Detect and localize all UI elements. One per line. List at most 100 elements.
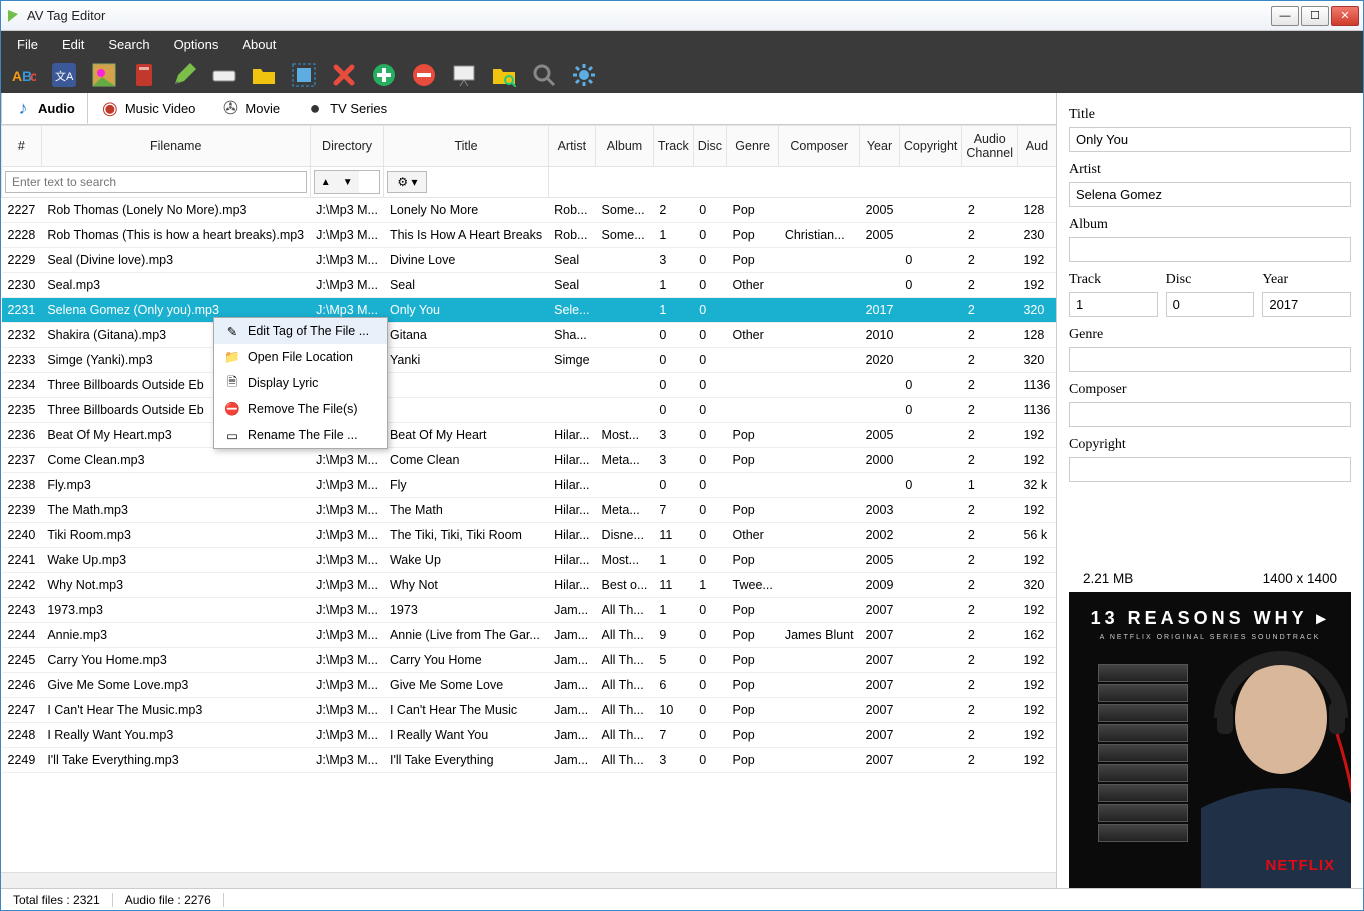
label-blank-icon[interactable] — [211, 62, 237, 88]
menu-about[interactable]: About — [232, 34, 286, 55]
table-row[interactable]: 2231Selena Gomez (Only you).mp3J:\Mp3 M.… — [2, 298, 1057, 323]
menu-edit[interactable]: Edit — [52, 34, 94, 55]
music-note-icon: ♪ — [14, 99, 32, 117]
context-remove-the-file-s-[interactable]: ⛔Remove The File(s) — [214, 396, 387, 422]
folder-search-icon[interactable] — [491, 62, 517, 88]
window-title: AV Tag Editor — [27, 8, 1271, 23]
copyright-field[interactable] — [1069, 457, 1351, 482]
toolbar: ABc 文A — [1, 57, 1363, 93]
disc-field[interactable] — [1166, 292, 1255, 317]
tab-audio[interactable]: ♪Audio — [1, 93, 88, 124]
table-row[interactable]: 2244Annie.mp3J:\Mp3 M...Annie (Live from… — [2, 623, 1057, 648]
lyric-icon: 🗎 — [224, 375, 240, 391]
gear-icon[interactable] — [571, 62, 597, 88]
magnifier-icon[interactable] — [531, 62, 557, 88]
table-row[interactable]: 2232Shakira (Gitana).mp3GitanaSha...00Ot… — [2, 323, 1057, 348]
artist-field[interactable] — [1069, 182, 1351, 207]
context-label: Open File Location — [248, 350, 353, 364]
main-area: ♪Audio◉Music Video✇Movie●TV Series #File… — [1, 93, 1363, 888]
select-all-icon[interactable] — [291, 62, 317, 88]
presentation-icon[interactable] — [451, 62, 477, 88]
tab-movie[interactable]: ✇Movie — [208, 93, 293, 124]
album-artwork[interactable]: 13 REASONS WHY ▸ A NETFLIX ORIGINAL SERI… — [1069, 592, 1351, 888]
search-input[interactable] — [5, 171, 307, 193]
filter-settings-button[interactable]: ⚙ ▾ — [387, 171, 427, 193]
col-directory[interactable]: Directory — [310, 126, 384, 167]
menu-options[interactable]: Options — [164, 34, 229, 55]
context-rename-the-file-[interactable]: ▭Rename The File ... — [214, 422, 387, 448]
statusbar: Total files : 2321 Audio file : 2276 — [1, 888, 1363, 910]
col-disc[interactable]: Disc — [693, 126, 726, 167]
col-filename[interactable]: Filename — [41, 126, 310, 167]
col-composer[interactable]: Composer — [779, 126, 860, 167]
table-row[interactable]: 2245Carry You Home.mp3J:\Mp3 M...Carry Y… — [2, 648, 1057, 673]
horizontal-scrollbar[interactable] — [1, 872, 1056, 888]
picture-icon[interactable] — [91, 62, 117, 88]
table-row[interactable]: 2240Tiki Room.mp3J:\Mp3 M...The Tiki, Ti… — [2, 523, 1057, 548]
table-row[interactable]: 2248I Really Want You.mp3J:\Mp3 M...I Re… — [2, 723, 1057, 748]
tab-music-video[interactable]: ◉Music Video — [88, 93, 209, 124]
table-row[interactable]: 2246Give Me Some Love.mp3J:\Mp3 M...Give… — [2, 673, 1057, 698]
table-row[interactable]: 2228Rob Thomas (This is how a heart brea… — [2, 223, 1057, 248]
col-aud[interactable]: Aud — [1017, 126, 1056, 167]
year-field[interactable] — [1262, 292, 1351, 317]
track-field[interactable] — [1069, 292, 1158, 317]
col-track[interactable]: Track — [653, 126, 693, 167]
col-artist[interactable]: Artist — [548, 126, 595, 167]
disc-label: Disc — [1166, 272, 1255, 288]
table-row[interactable]: 2230Seal.mp3J:\Mp3 M...SealSeal10Other02… — [2, 273, 1057, 298]
col-audio-channel[interactable]: Audio Channel — [962, 126, 1018, 167]
context-open-file-location[interactable]: 📁Open File Location — [214, 344, 387, 370]
tab-label: TV Series — [330, 101, 387, 116]
tab-tv-series[interactable]: ●TV Series — [293, 93, 400, 124]
col-genre[interactable]: Genre — [727, 126, 779, 167]
menu-file[interactable]: File — [7, 34, 48, 55]
red-stop-icon[interactable] — [411, 62, 437, 88]
artwork-brand: NETFLIX — [1266, 857, 1336, 874]
maximize-button[interactable]: ☐ — [1301, 6, 1329, 26]
title-field[interactable] — [1069, 127, 1351, 152]
context-edit-tag-of-the-file-[interactable]: ✎Edit Tag of The File ... — [214, 318, 387, 344]
table-row[interactable]: 2249I'll Take Everything.mp3J:\Mp3 M...I… — [2, 748, 1057, 773]
table-row[interactable]: 2242Why Not.mp3J:\Mp3 M...Why NotHilar..… — [2, 573, 1057, 598]
table-row[interactable]: 2234Three Billboards Outside Eb00021136 — [2, 373, 1057, 398]
left-pane: ♪Audio◉Music Video✇Movie●TV Series #File… — [1, 93, 1057, 888]
table-row[interactable]: 2229Seal (Divine love).mp3J:\Mp3 M...Div… — [2, 248, 1057, 273]
red-x-icon[interactable] — [331, 62, 357, 88]
col-album[interactable]: Album — [596, 126, 654, 167]
grid-wrap[interactable]: #FilenameDirectoryTitleArtistAlbumTrackD… — [1, 125, 1056, 872]
table-row[interactable]: 2239The Math.mp3J:\Mp3 M...The MathHilar… — [2, 498, 1057, 523]
file-size: 2.21 MB — [1083, 571, 1133, 586]
table-row[interactable]: 2236Beat Of My Heart.mp3J:\Mp3 M...Beat … — [2, 423, 1057, 448]
album-field[interactable] — [1069, 237, 1351, 262]
table-row[interactable]: 2235Three Billboards Outside Eb00021136 — [2, 398, 1057, 423]
pencil-icon[interactable] — [171, 62, 197, 88]
table-row[interactable]: 2238Fly.mp3J:\Mp3 M...FlyHilar...000132 … — [2, 473, 1057, 498]
green-plus-icon[interactable] — [371, 62, 397, 88]
xa-icon[interactable]: 文A — [51, 62, 77, 88]
col-year[interactable]: Year — [860, 126, 900, 167]
minimize-button[interactable]: — — [1271, 6, 1299, 26]
abc-icon[interactable]: ABc — [11, 62, 37, 88]
folder-icon[interactable] — [251, 62, 277, 88]
artist-label: Artist — [1069, 162, 1351, 178]
filter-spin[interactable]: ▲▼ — [314, 170, 381, 194]
table-row[interactable]: 2233Simge (Yanki).mp3YankiSimge002020232… — [2, 348, 1057, 373]
context-display-lyric[interactable]: 🗎Display Lyric — [214, 370, 387, 396]
table-row[interactable]: 2237Come Clean.mp3J:\Mp3 M...Come CleanH… — [2, 448, 1057, 473]
window-buttons: — ☐ ✕ — [1271, 6, 1359, 26]
table-row[interactable]: 22431973.mp3J:\Mp3 M...1973Jam...All Th.… — [2, 598, 1057, 623]
col--[interactable]: # — [2, 126, 42, 167]
table-row[interactable]: 2227Rob Thomas (Lonely No More).mp3J:\Mp… — [2, 198, 1057, 223]
book-red-icon[interactable] — [131, 62, 157, 88]
remove-icon: ⛔ — [224, 401, 240, 417]
menu-search[interactable]: Search — [98, 34, 159, 55]
col-copyright[interactable]: Copyright — [899, 126, 962, 167]
composer-field[interactable] — [1069, 402, 1351, 427]
genre-field[interactable] — [1069, 347, 1351, 372]
col-title[interactable]: Title — [384, 126, 548, 167]
table-row[interactable]: 2247I Can't Hear The Music.mp3J:\Mp3 M..… — [2, 698, 1057, 723]
table-row[interactable]: 2241Wake Up.mp3J:\Mp3 M...Wake UpHilar..… — [2, 548, 1057, 573]
close-button[interactable]: ✕ — [1331, 6, 1359, 26]
tab-label: Music Video — [125, 101, 196, 116]
